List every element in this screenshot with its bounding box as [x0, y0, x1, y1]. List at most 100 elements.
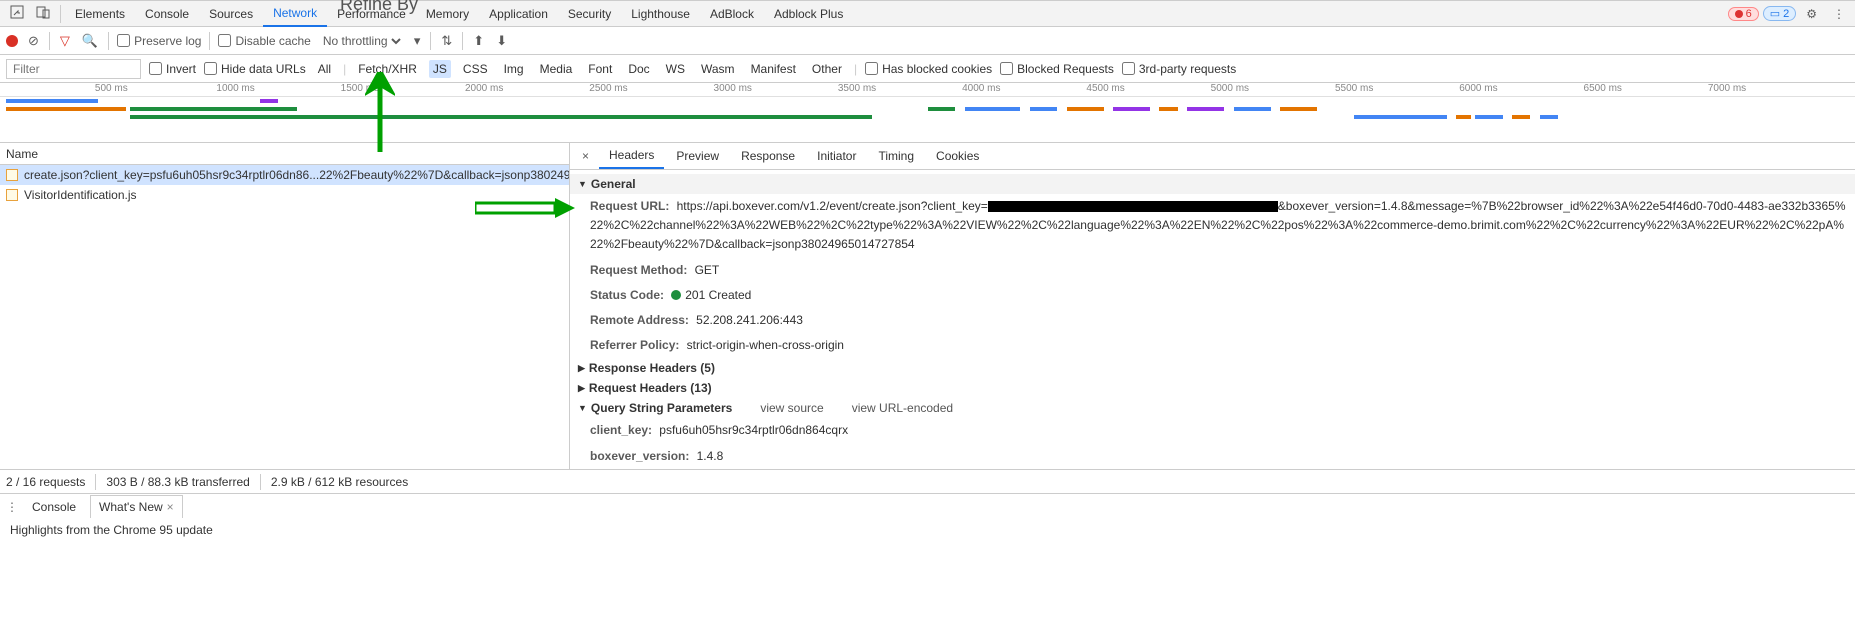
throttling-select[interactable]: No throttling — [319, 33, 404, 49]
filter-type-all[interactable]: All — [314, 60, 335, 78]
search-icon[interactable]: 🔍 — [80, 31, 100, 51]
drawer-tabs: ⋮ Console What's New × — [0, 493, 1855, 519]
drawer-tab-whatsnew[interactable]: What's New × — [90, 495, 183, 518]
clear-icon[interactable]: ⊘ — [26, 31, 41, 51]
version-label: boxever_version: — [590, 449, 689, 463]
timeline-bar — [965, 107, 1021, 111]
timeline-tracks — [0, 97, 1855, 142]
error-dot-icon — [1735, 10, 1743, 18]
tab-network[interactable]: Network — [263, 1, 327, 27]
remote-address-row: Remote Address: 52.208.241.206:443 — [570, 308, 1855, 333]
view-url-encoded-link[interactable]: view URL-encoded — [852, 401, 953, 415]
detail-tab-response[interactable]: Response — [731, 144, 805, 168]
request-row[interactable]: VisitorIdentification.js — [0, 185, 569, 205]
filter-type-manifest[interactable]: Manifest — [747, 60, 800, 78]
client-key-label: client_key: — [590, 423, 652, 437]
timeline-tick: 1000 ms — [216, 83, 254, 94]
tab-lighthouse[interactable]: Lighthouse — [621, 2, 700, 26]
filter-type-css[interactable]: CSS — [459, 60, 492, 78]
close-detail-icon[interactable]: × — [574, 147, 597, 165]
detail-tab-initiator[interactable]: Initiator — [807, 144, 866, 168]
preserve-log-checkbox[interactable]: Preserve log — [117, 34, 201, 48]
tab-security[interactable]: Security — [558, 2, 621, 26]
request-row[interactable]: create.json?client_key=psfu6uh05hsr9c34r… — [0, 165, 569, 185]
detail-tab-headers[interactable]: Headers — [599, 143, 664, 169]
detail-body: ▼General Request URL: https://api.boxeve… — [570, 170, 1855, 469]
filter-type-other[interactable]: Other — [808, 60, 846, 78]
filter-type-media[interactable]: Media — [536, 60, 577, 78]
timeline-bar — [1475, 115, 1503, 119]
detail-tab-cookies[interactable]: Cookies — [926, 144, 989, 168]
filter-type-font[interactable]: Font — [584, 60, 616, 78]
file-icon — [6, 169, 18, 181]
filter-icon[interactable]: ▽ — [58, 31, 72, 51]
drawer-content: Highlights from the Chrome 95 update — [0, 519, 1855, 543]
tab-adblock[interactable]: AdBlock — [700, 2, 764, 26]
request-list-header[interactable]: Name — [0, 143, 569, 165]
error-count: 6 — [1746, 8, 1752, 20]
network-status-bar: 2 / 16 requests 303 B / 88.3 kB transfer… — [0, 469, 1855, 493]
timeline-tick: 7000 ms — [1708, 83, 1746, 94]
timeline-bar — [1280, 107, 1317, 111]
network-timeline[interactable]: 500 ms 1000 ms 1500 ms 2000 ms 2500 ms 3… — [0, 83, 1855, 143]
network-conditions-icon[interactable]: ⇅ — [439, 31, 454, 51]
drawer-tab-console[interactable]: Console — [24, 496, 84, 518]
view-source-link[interactable]: view source — [760, 401, 823, 415]
timeline-bar — [1540, 115, 1559, 119]
tab-console[interactable]: Console — [135, 2, 199, 26]
detail-tab-timing[interactable]: Timing — [868, 144, 924, 168]
timeline-bar — [130, 107, 297, 111]
section-request-headers[interactable]: ▶Request Headers (13) — [570, 378, 1855, 398]
filter-type-wasm[interactable]: Wasm — [697, 60, 739, 78]
filter-input[interactable] — [6, 59, 141, 79]
chevron-down-icon[interactable]: ▾ — [412, 31, 423, 51]
drawer-menu-icon[interactable]: ⋮ — [6, 500, 18, 514]
tab-memory[interactable]: Memory — [416, 2, 479, 26]
import-icon[interactable]: ⬆ — [471, 31, 486, 51]
filter-type-doc[interactable]: Doc — [624, 60, 653, 78]
requests-count: 2 / 16 requests — [6, 475, 85, 489]
separator — [430, 32, 431, 50]
timeline-bar — [1113, 107, 1150, 111]
section-general[interactable]: ▼General — [570, 174, 1855, 194]
resources-size: 2.9 kB / 612 kB resources — [271, 475, 408, 489]
third-party-checkbox[interactable]: 3rd-party requests — [1122, 62, 1236, 76]
detail-tab-preview[interactable]: Preview — [666, 144, 729, 168]
filter-type-js[interactable]: JS — [429, 60, 451, 78]
query-string-label: Query String Parameters — [591, 401, 732, 415]
status-code-row: Status Code: 201 Created — [570, 283, 1855, 308]
timeline-bar — [1234, 107, 1271, 111]
more-icon[interactable]: ⋮ — [1827, 3, 1851, 25]
error-badge[interactable]: 6 — [1728, 7, 1759, 21]
transferred-size: 303 B / 88.3 kB transferred — [106, 475, 249, 489]
close-tab-icon[interactable]: × — [167, 500, 174, 514]
tab-sources[interactable]: Sources — [199, 2, 263, 26]
tab-adblockplus[interactable]: Adblock Plus — [764, 2, 853, 26]
blocked-cookies-checkbox[interactable]: Has blocked cookies — [865, 62, 992, 76]
message-badge[interactable]: ▭2 — [1763, 6, 1797, 21]
timeline-tick: 2000 ms — [465, 83, 503, 94]
message-icon: ▭ — [1770, 7, 1780, 20]
blocked-requests-checkbox[interactable]: Blocked Requests — [1000, 62, 1114, 76]
status-label: Status Code: — [590, 288, 664, 302]
export-icon[interactable]: ⬇ — [494, 31, 509, 51]
record-button[interactable] — [6, 35, 18, 47]
device-toggle-icon[interactable] — [30, 1, 56, 26]
invert-checkbox[interactable]: Invert — [149, 62, 196, 76]
tab-elements[interactable]: Elements — [65, 2, 135, 26]
disable-cache-checkbox[interactable]: Disable cache — [218, 34, 310, 48]
timeline-bar — [6, 107, 127, 111]
filter-type-img[interactable]: Img — [500, 60, 528, 78]
timeline-tick: 6000 ms — [1459, 83, 1497, 94]
inspect-icon[interactable] — [4, 1, 30, 26]
section-query-string[interactable]: ▼ Query String Parameters view source vi… — [570, 398, 1855, 418]
filter-type-fetchxhr[interactable]: Fetch/XHR — [354, 60, 421, 78]
timeline-bar — [1159, 107, 1178, 111]
request-url-row: Request URL: https://api.boxever.com/v1.… — [570, 194, 1855, 258]
hide-data-urls-checkbox[interactable]: Hide data URLs — [204, 62, 306, 76]
remote-value: 52.208.241.206:443 — [696, 313, 803, 327]
settings-icon[interactable]: ⚙ — [1800, 3, 1823, 25]
tab-application[interactable]: Application — [479, 2, 558, 26]
section-response-headers[interactable]: ▶Response Headers (5) — [570, 358, 1855, 378]
filter-type-ws[interactable]: WS — [662, 60, 689, 78]
